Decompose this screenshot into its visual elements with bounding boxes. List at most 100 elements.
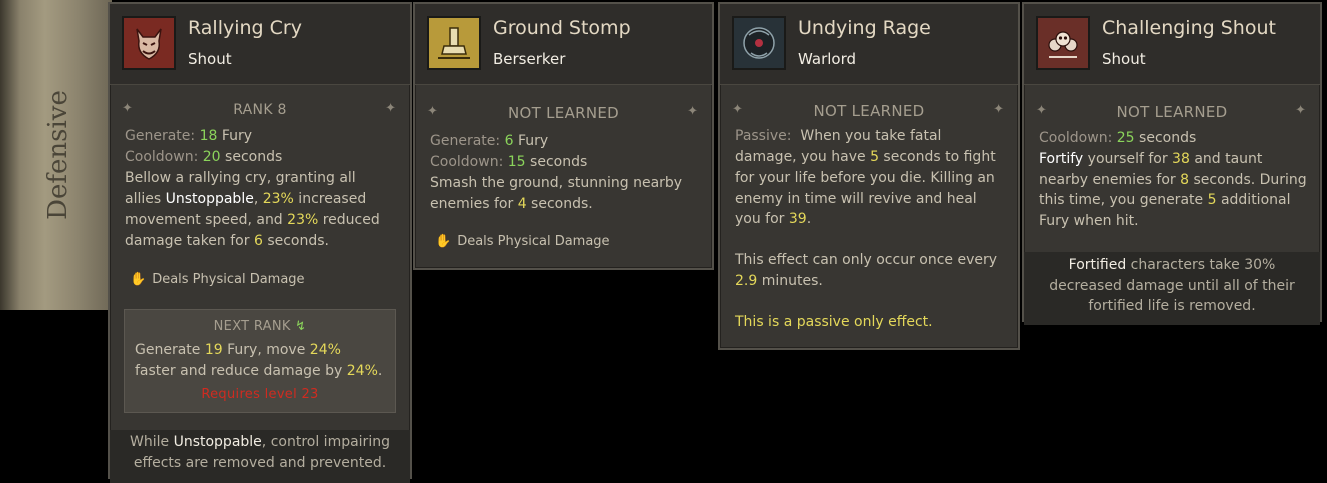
generate-value: 18 xyxy=(199,128,218,144)
skill-card-rallying-cry[interactable]: Rallying Cry Shout ✦ ✦ RANK 8 Generate: … xyxy=(108,2,412,483)
description-text: increased xyxy=(293,191,367,207)
value-highlight: 24% xyxy=(346,363,378,379)
cooldown-unit: seconds xyxy=(225,149,283,165)
description-line: movement speed, and 23% reduced xyxy=(125,210,380,231)
description-line: This effect can only occur once every xyxy=(735,252,998,268)
description-text: enemies for xyxy=(430,196,518,212)
generate-line: Generate: 18 Fury xyxy=(125,126,252,147)
rank-label: RANK 8 xyxy=(233,102,287,118)
generate-unit: Fury xyxy=(517,133,549,149)
fist-icon: ✋ xyxy=(130,272,147,287)
next-rank-line: Generate 19 Fury, move 24% xyxy=(135,340,341,361)
passive-label: Passive: xyxy=(735,128,792,144)
description-text: damage, you have xyxy=(735,149,871,165)
generate-label: Generate: xyxy=(430,133,501,149)
fist-icon: ✋ xyxy=(435,234,452,249)
lightning-icon: ↯ xyxy=(295,319,307,334)
damage-type: ✋ Deals Physical Damage xyxy=(435,234,610,249)
value-highlight: 38 xyxy=(1172,151,1190,167)
next-rank-text: NEXT RANK xyxy=(213,319,291,334)
next-rank-text: . xyxy=(377,363,383,379)
description-text: yourself for xyxy=(1083,151,1173,167)
value-highlight: 2.9 xyxy=(735,273,758,289)
skill-type: Berserker xyxy=(493,50,566,68)
card-header: Rallying Cry Shout xyxy=(110,4,410,85)
cooldown-label: Cooldown: xyxy=(125,149,199,165)
footer-text: , control impairing xyxy=(261,434,390,450)
next-rank-text: faster and reduce damage by xyxy=(135,363,347,379)
description-text: seconds to fight xyxy=(878,149,996,165)
damage-text: Deals Physical Damage xyxy=(457,234,610,249)
description-line: damage, you have 5 seconds to fight xyxy=(735,147,996,168)
description-text: Bellow a rallying cry, granting all xyxy=(125,170,356,186)
footer-line: effects are removed and prevented. xyxy=(133,454,387,471)
skill-name: Undying Rage xyxy=(798,17,931,39)
foot-stomp-icon xyxy=(427,16,481,70)
skill-card-challenging-shout[interactable]: Challenging Shout Shout ✦ ✦ NOT LEARNED … xyxy=(1022,2,1322,325)
description-line: enemies for 4 seconds. xyxy=(430,194,593,215)
description-text: seconds. xyxy=(262,233,329,249)
description-text: . xyxy=(806,211,812,227)
cooldown-value: 20 xyxy=(202,149,221,165)
next-rank-text: Fury, move xyxy=(222,342,310,358)
description-text: seconds. xyxy=(526,196,593,212)
dark-orb-icon xyxy=(732,16,786,70)
description-line: nearby enemies for 8 seconds. During xyxy=(1039,170,1307,191)
triple-skull-icon xyxy=(1036,16,1090,70)
next-rank-line: faster and reduce damage by 24%. xyxy=(135,361,382,382)
card-header: Challenging Shout Shout xyxy=(1024,4,1320,85)
rank-label: NOT LEARNED xyxy=(1116,103,1228,121)
description-text: reduced xyxy=(318,212,380,228)
description-text: and taunt xyxy=(1189,151,1263,167)
description-line: enemy in time will revive and heal xyxy=(735,191,977,207)
skill-type: Shout xyxy=(188,50,232,68)
description-text: damage taken for xyxy=(125,233,254,249)
value-highlight: 39 xyxy=(788,211,807,227)
description-text: When you take fatal xyxy=(800,128,942,144)
description-text: , xyxy=(253,191,263,207)
description-line: for your life before you die. Killing an xyxy=(735,170,995,186)
cooldown-line: Cooldown: 25 seconds xyxy=(1039,128,1196,149)
value-highlight: 5 xyxy=(1207,192,1217,208)
value-highlight: 24% xyxy=(309,342,341,358)
cooldown-label: Cooldown: xyxy=(1039,130,1113,146)
rank-label: NOT LEARNED xyxy=(507,104,620,122)
footer-text: characters take 30% xyxy=(1126,257,1276,273)
value-highlight: 19 xyxy=(204,342,223,358)
description-line: damage taken for 6 seconds. xyxy=(125,231,329,252)
keyword-unstoppable: Unstoppable xyxy=(165,191,254,207)
card-header: Undying Rage Warlord xyxy=(720,4,1018,85)
requirement-label: Requires level 23 xyxy=(201,387,319,402)
skill-card-ground-stomp[interactable]: Ground Stomp Berserker ✦ ✦ NOT LEARNED G… xyxy=(413,2,714,270)
description-line: this time, you generate 5 additional xyxy=(1039,190,1290,211)
description-text: minutes. xyxy=(757,273,823,289)
description-line: you for 39. xyxy=(735,209,811,230)
description-text: Smash the ground, stunning nearby xyxy=(430,175,683,191)
keyword-fortify: Fortify xyxy=(1039,151,1084,167)
skill-name: Challenging Shout xyxy=(1102,17,1276,39)
skill-name: Ground Stomp xyxy=(493,17,631,39)
description-text: additional xyxy=(1216,192,1291,208)
tooltip-footer: While Unstoppable, control impairing eff… xyxy=(110,430,410,483)
skill-type: Warlord xyxy=(798,50,857,68)
footer-line: While Unstoppable, control impairing xyxy=(110,432,410,453)
skill-card-undying-rage[interactable]: Undying Rage Warlord ✦ ✦ NOT LEARNED Pas… xyxy=(718,2,1020,350)
description-line: Smash the ground, stunning nearby xyxy=(430,173,682,194)
keyword-unstoppable: Unstoppable xyxy=(173,434,262,450)
next-rank-text: Generate xyxy=(135,342,205,358)
description-line: Fortify yourself for 38 and taunt xyxy=(1039,149,1262,170)
generate-label: Generate: xyxy=(125,128,196,144)
footer-line: Fortified characters take 30% xyxy=(1024,255,1320,276)
keyword-fortified: Fortified xyxy=(1068,257,1127,273)
cooldown-unit: seconds xyxy=(530,154,588,170)
value-highlight: 8 xyxy=(1180,172,1190,188)
next-rank-box: NEXT RANK ↯ Generate 19 Fury, move 24% f… xyxy=(124,309,396,413)
cooldown-label: Cooldown: xyxy=(430,154,504,170)
description-line: 2.9 minutes. xyxy=(735,271,823,292)
generate-line: Generate: 6 Fury xyxy=(430,131,548,152)
value-highlight: 5 xyxy=(870,149,879,165)
footer-text: While xyxy=(130,434,174,450)
skill-name: Rallying Cry xyxy=(188,17,302,39)
card-header: Ground Stomp Berserker xyxy=(415,4,712,85)
description-text: you for xyxy=(735,211,789,227)
